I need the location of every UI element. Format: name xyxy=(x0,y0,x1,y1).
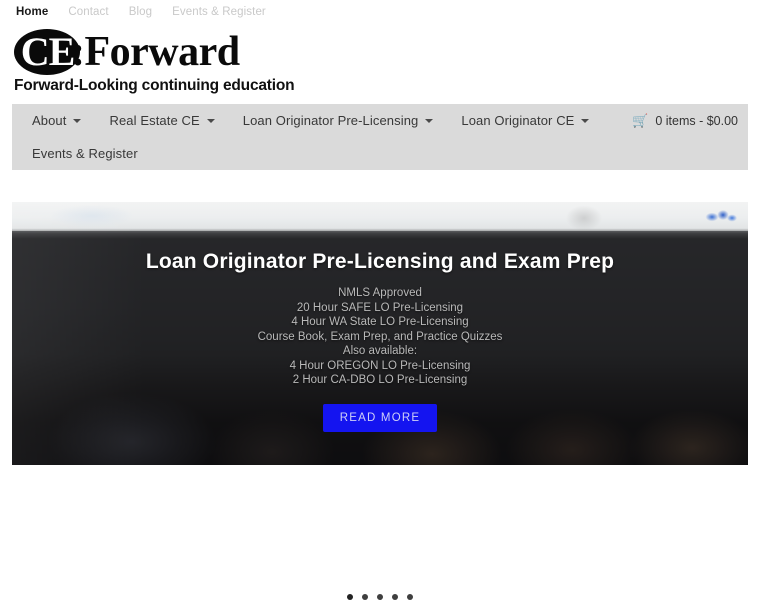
hero-subtitle-line: 4 Hour OREGON LO Pre-Licensing xyxy=(289,359,471,372)
read-more-button[interactable]: READ MORE xyxy=(322,403,438,432)
chevron-down-icon xyxy=(425,118,434,123)
nav-item-events-register[interactable]: Events & Register xyxy=(32,146,138,161)
chevron-down-icon xyxy=(206,118,215,123)
nav-item-real-estate-ce[interactable]: Real Estate CE xyxy=(109,113,215,128)
chevron-down-icon xyxy=(581,118,590,123)
logo-badge-text: CE xyxy=(20,29,76,74)
slider-dot[interactable] xyxy=(377,594,383,600)
main-nav-row-primary: About Real Estate CE Loan Originator Pre… xyxy=(12,104,748,137)
nav-item-lo-ce[interactable]: Loan Originator CE xyxy=(461,113,590,128)
logo-wordmark[interactable]: CE :Forward xyxy=(14,27,264,77)
top-nav-item-home[interactable]: Home xyxy=(16,6,48,18)
cart-summary-text: 0 items - $0.00 xyxy=(655,113,738,128)
hero-subtitle: NMLS Approved 20 Hour SAFE LO Pre-Licens… xyxy=(258,286,503,388)
slider-dot[interactable] xyxy=(407,594,413,600)
cart-icon: 🛒 xyxy=(632,113,649,128)
nav-item-lo-ce-label: Loan Originator CE xyxy=(461,113,575,128)
main-nav-row-secondary: Events & Register xyxy=(12,137,748,170)
site-branding[interactable]: CE :Forward Forward-Looking continuing e… xyxy=(0,23,760,101)
top-nav-item-blog[interactable]: Blog xyxy=(129,6,152,18)
hero-subtitle-line: 20 Hour SAFE LO Pre-Licensing xyxy=(296,301,464,314)
nav-item-events-register-label: Events & Register xyxy=(32,146,138,161)
nav-item-about-label: About xyxy=(32,113,67,128)
nav-item-lo-pre-licensing[interactable]: Loan Originator Pre-Licensing xyxy=(243,113,434,128)
nav-item-real-estate-ce-label: Real Estate CE xyxy=(109,113,200,128)
hero-subtitle-line: 4 Hour WA State LO Pre-Licensing xyxy=(291,316,469,328)
top-nav-item-events-register[interactable]: Events & Register xyxy=(172,6,266,18)
hero-content: Loan Originator Pre-Licensing and Exam P… xyxy=(12,202,748,465)
slider-dot[interactable] xyxy=(392,594,398,600)
hero-subtitle-line: 2 Hour CA-DBO LO Pre-Licensing xyxy=(292,374,468,386)
main-navigation: About Real Estate CE Loan Originator Pre… xyxy=(12,104,748,170)
top-nav-item-contact[interactable]: Contact xyxy=(68,6,108,18)
top-utility-nav: Home Contact Blog Events & Register xyxy=(0,0,760,23)
logo-name-text: :Forward xyxy=(71,29,240,75)
slider-pagination xyxy=(0,594,760,600)
slider-dot[interactable] xyxy=(362,594,368,600)
cart-widget[interactable]: 🛒 0 items - $0.00 xyxy=(632,104,738,137)
hero-slider: Loan Originator Pre-Licensing and Exam P… xyxy=(12,202,748,465)
nav-item-about[interactable]: About xyxy=(32,113,82,128)
slider-dot[interactable] xyxy=(347,594,353,600)
site-tagline: Forward-Looking continuing education xyxy=(14,77,295,94)
nav-item-lo-pre-licensing-label: Loan Originator Pre-Licensing xyxy=(242,113,419,128)
hero-subtitle-line: Also available: xyxy=(342,345,418,357)
hero-subtitle-line: NMLS Approved xyxy=(338,287,422,299)
hero-subtitle-line: Course Book, Exam Prep, and Practice Qui… xyxy=(257,330,503,343)
hero-title: Loan Originator Pre-Licensing and Exam P… xyxy=(145,250,615,273)
chevron-down-icon xyxy=(73,118,82,123)
